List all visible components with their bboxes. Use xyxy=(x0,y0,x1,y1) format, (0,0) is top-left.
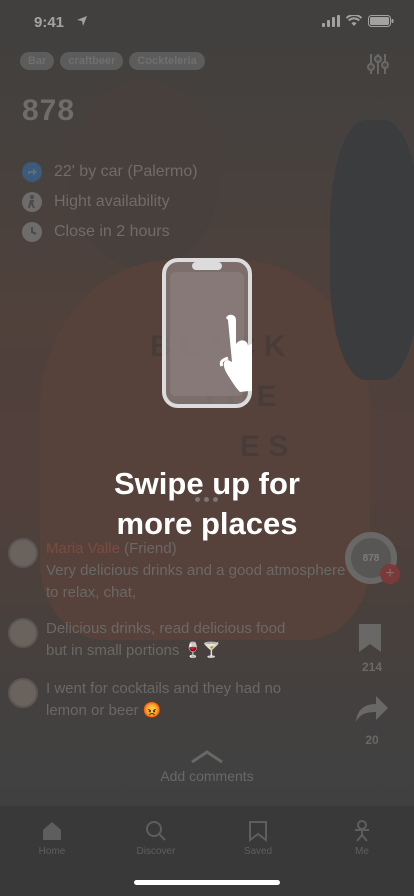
availability-text: Hight availability xyxy=(54,193,170,210)
distance-row: 22' by car (Palermo) xyxy=(22,162,198,182)
comment-role: (Friend) xyxy=(119,540,177,557)
search-icon xyxy=(146,821,166,841)
comment-item[interactable]: I went for cocktails and they had no lem… xyxy=(8,678,306,722)
bookmark-icon[interactable] xyxy=(357,622,383,654)
share-count: 20 xyxy=(365,733,379,747)
add-comments-label: Add comments xyxy=(160,768,254,784)
avatar xyxy=(8,618,38,648)
home-icon xyxy=(43,822,61,840)
tag-list: Bar craftbeer Cockteleria xyxy=(20,52,205,70)
tag-chip[interactable]: Cockteleria xyxy=(129,52,205,70)
comment-item[interactable]: Maria Valle (Friend) Very delicious drin… xyxy=(8,538,346,604)
closing-text: Close in 2 hours xyxy=(54,223,170,240)
comment-author[interactable]: Maria Valle xyxy=(46,540,120,557)
directions-icon xyxy=(22,162,42,182)
avatar xyxy=(8,678,38,708)
comment-item[interactable]: Delicious drinks, read delicious food bu… xyxy=(8,618,306,662)
filter-sliders-icon[interactable] xyxy=(364,50,392,78)
follow-plus-button[interactable]: + xyxy=(380,564,400,584)
person-icon xyxy=(355,820,369,842)
availability-row: Hight availability xyxy=(22,192,170,212)
tab-label: Home xyxy=(38,846,66,857)
comment-text: Very delicious drinks and a good atmosph… xyxy=(46,562,346,601)
tab-saved[interactable]: Saved xyxy=(218,820,298,857)
person-walking-icon xyxy=(22,192,42,212)
tab-label: Saved xyxy=(243,846,273,857)
clock-icon xyxy=(22,222,42,242)
bookmark-icon xyxy=(249,821,267,842)
page-dots xyxy=(195,497,218,502)
closing-row: Close in 2 hours xyxy=(22,222,170,242)
tab-home[interactable]: Home xyxy=(12,820,92,857)
tag-chip[interactable]: craftbeer xyxy=(60,52,124,70)
chevron-up-icon xyxy=(191,750,223,764)
comment-body: Maria Valle (Friend) Very delicious drin… xyxy=(46,538,346,604)
swipe-phone-icon xyxy=(162,258,252,408)
tab-discover[interactable]: Discover xyxy=(116,820,196,857)
tab-label: Discover xyxy=(136,846,176,857)
place-logo: 878 xyxy=(22,94,76,127)
swipe-instruction: Swipe up for more places xyxy=(0,464,414,544)
share-arrow-icon[interactable] xyxy=(354,694,390,724)
comment-text: I went for cocktails and they had no lem… xyxy=(46,680,282,719)
tag-chip[interactable]: Bar xyxy=(20,52,55,70)
home-indicator[interactable] xyxy=(134,880,280,885)
add-comments-button[interactable]: Add comments xyxy=(0,750,414,784)
avatar xyxy=(8,538,38,568)
save-count: 214 xyxy=(361,660,383,674)
distance-text: 22' by car (Palermo) xyxy=(54,163,198,180)
comment-text: Delicious drinks, read delicious food bu… xyxy=(46,620,286,659)
tab-me[interactable]: Me xyxy=(322,820,402,857)
tab-label: Me xyxy=(355,846,369,857)
